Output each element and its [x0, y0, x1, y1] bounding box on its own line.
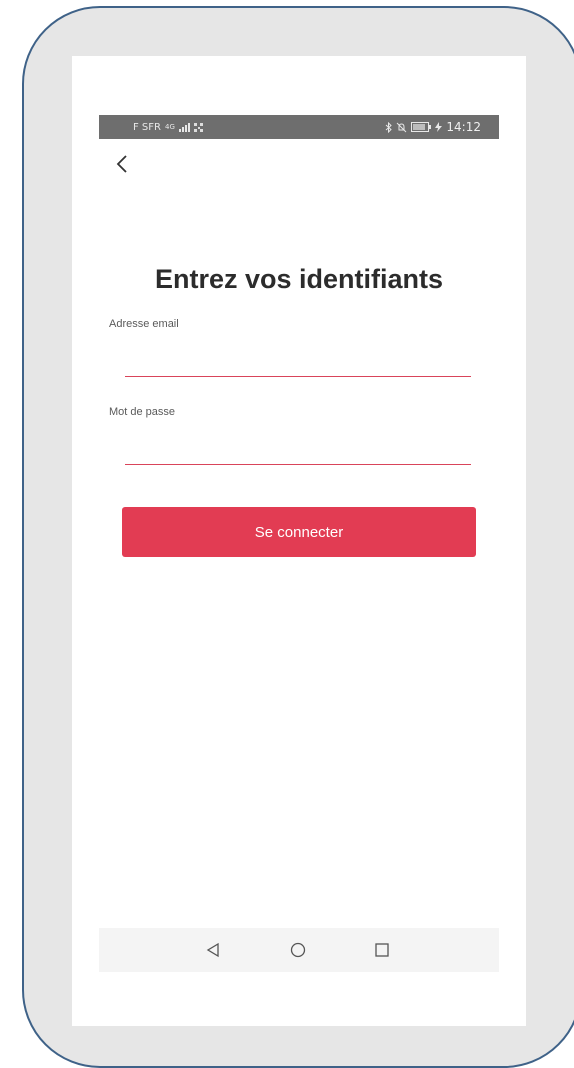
triangle-back-icon: [206, 942, 219, 958]
navigation-bar: [99, 928, 499, 972]
login-button[interactable]: Se connecter: [122, 507, 476, 557]
signal-icon: [178, 122, 190, 132]
network-type: 4G: [164, 123, 175, 131]
status-right: 14:12: [385, 120, 481, 134]
phone-screen: F SFR 4G 14:12 Entrez vos identifiants A…: [72, 56, 526, 1026]
password-label: Mot de passe: [109, 406, 176, 418]
battery-icon: [411, 122, 432, 132]
status-bar: F SFR 4G 14:12: [99, 115, 499, 139]
password-input[interactable]: [125, 438, 471, 465]
status-left: F SFR 4G: [133, 122, 203, 133]
page-title: Entrez vos identifiants: [154, 264, 444, 294]
email-label: Adresse email: [109, 318, 179, 330]
email-input[interactable]: [125, 350, 471, 377]
nav-home-button[interactable]: [276, 928, 320, 972]
circle-home-icon: [290, 942, 306, 958]
back-button[interactable]: [110, 149, 134, 179]
mute-bell-icon: [397, 122, 407, 132]
carrier-name: F SFR: [133, 121, 161, 133]
square-recents-icon: [375, 943, 389, 957]
status-time: 14:12: [446, 120, 481, 134]
qr-notification-icon: [193, 122, 203, 132]
charging-icon: [435, 122, 443, 132]
bluetooth-icon: [386, 121, 393, 133]
chevron-left-icon: [116, 155, 127, 173]
nav-back-button[interactable]: [191, 928, 235, 972]
nav-recents-button[interactable]: [360, 928, 404, 972]
